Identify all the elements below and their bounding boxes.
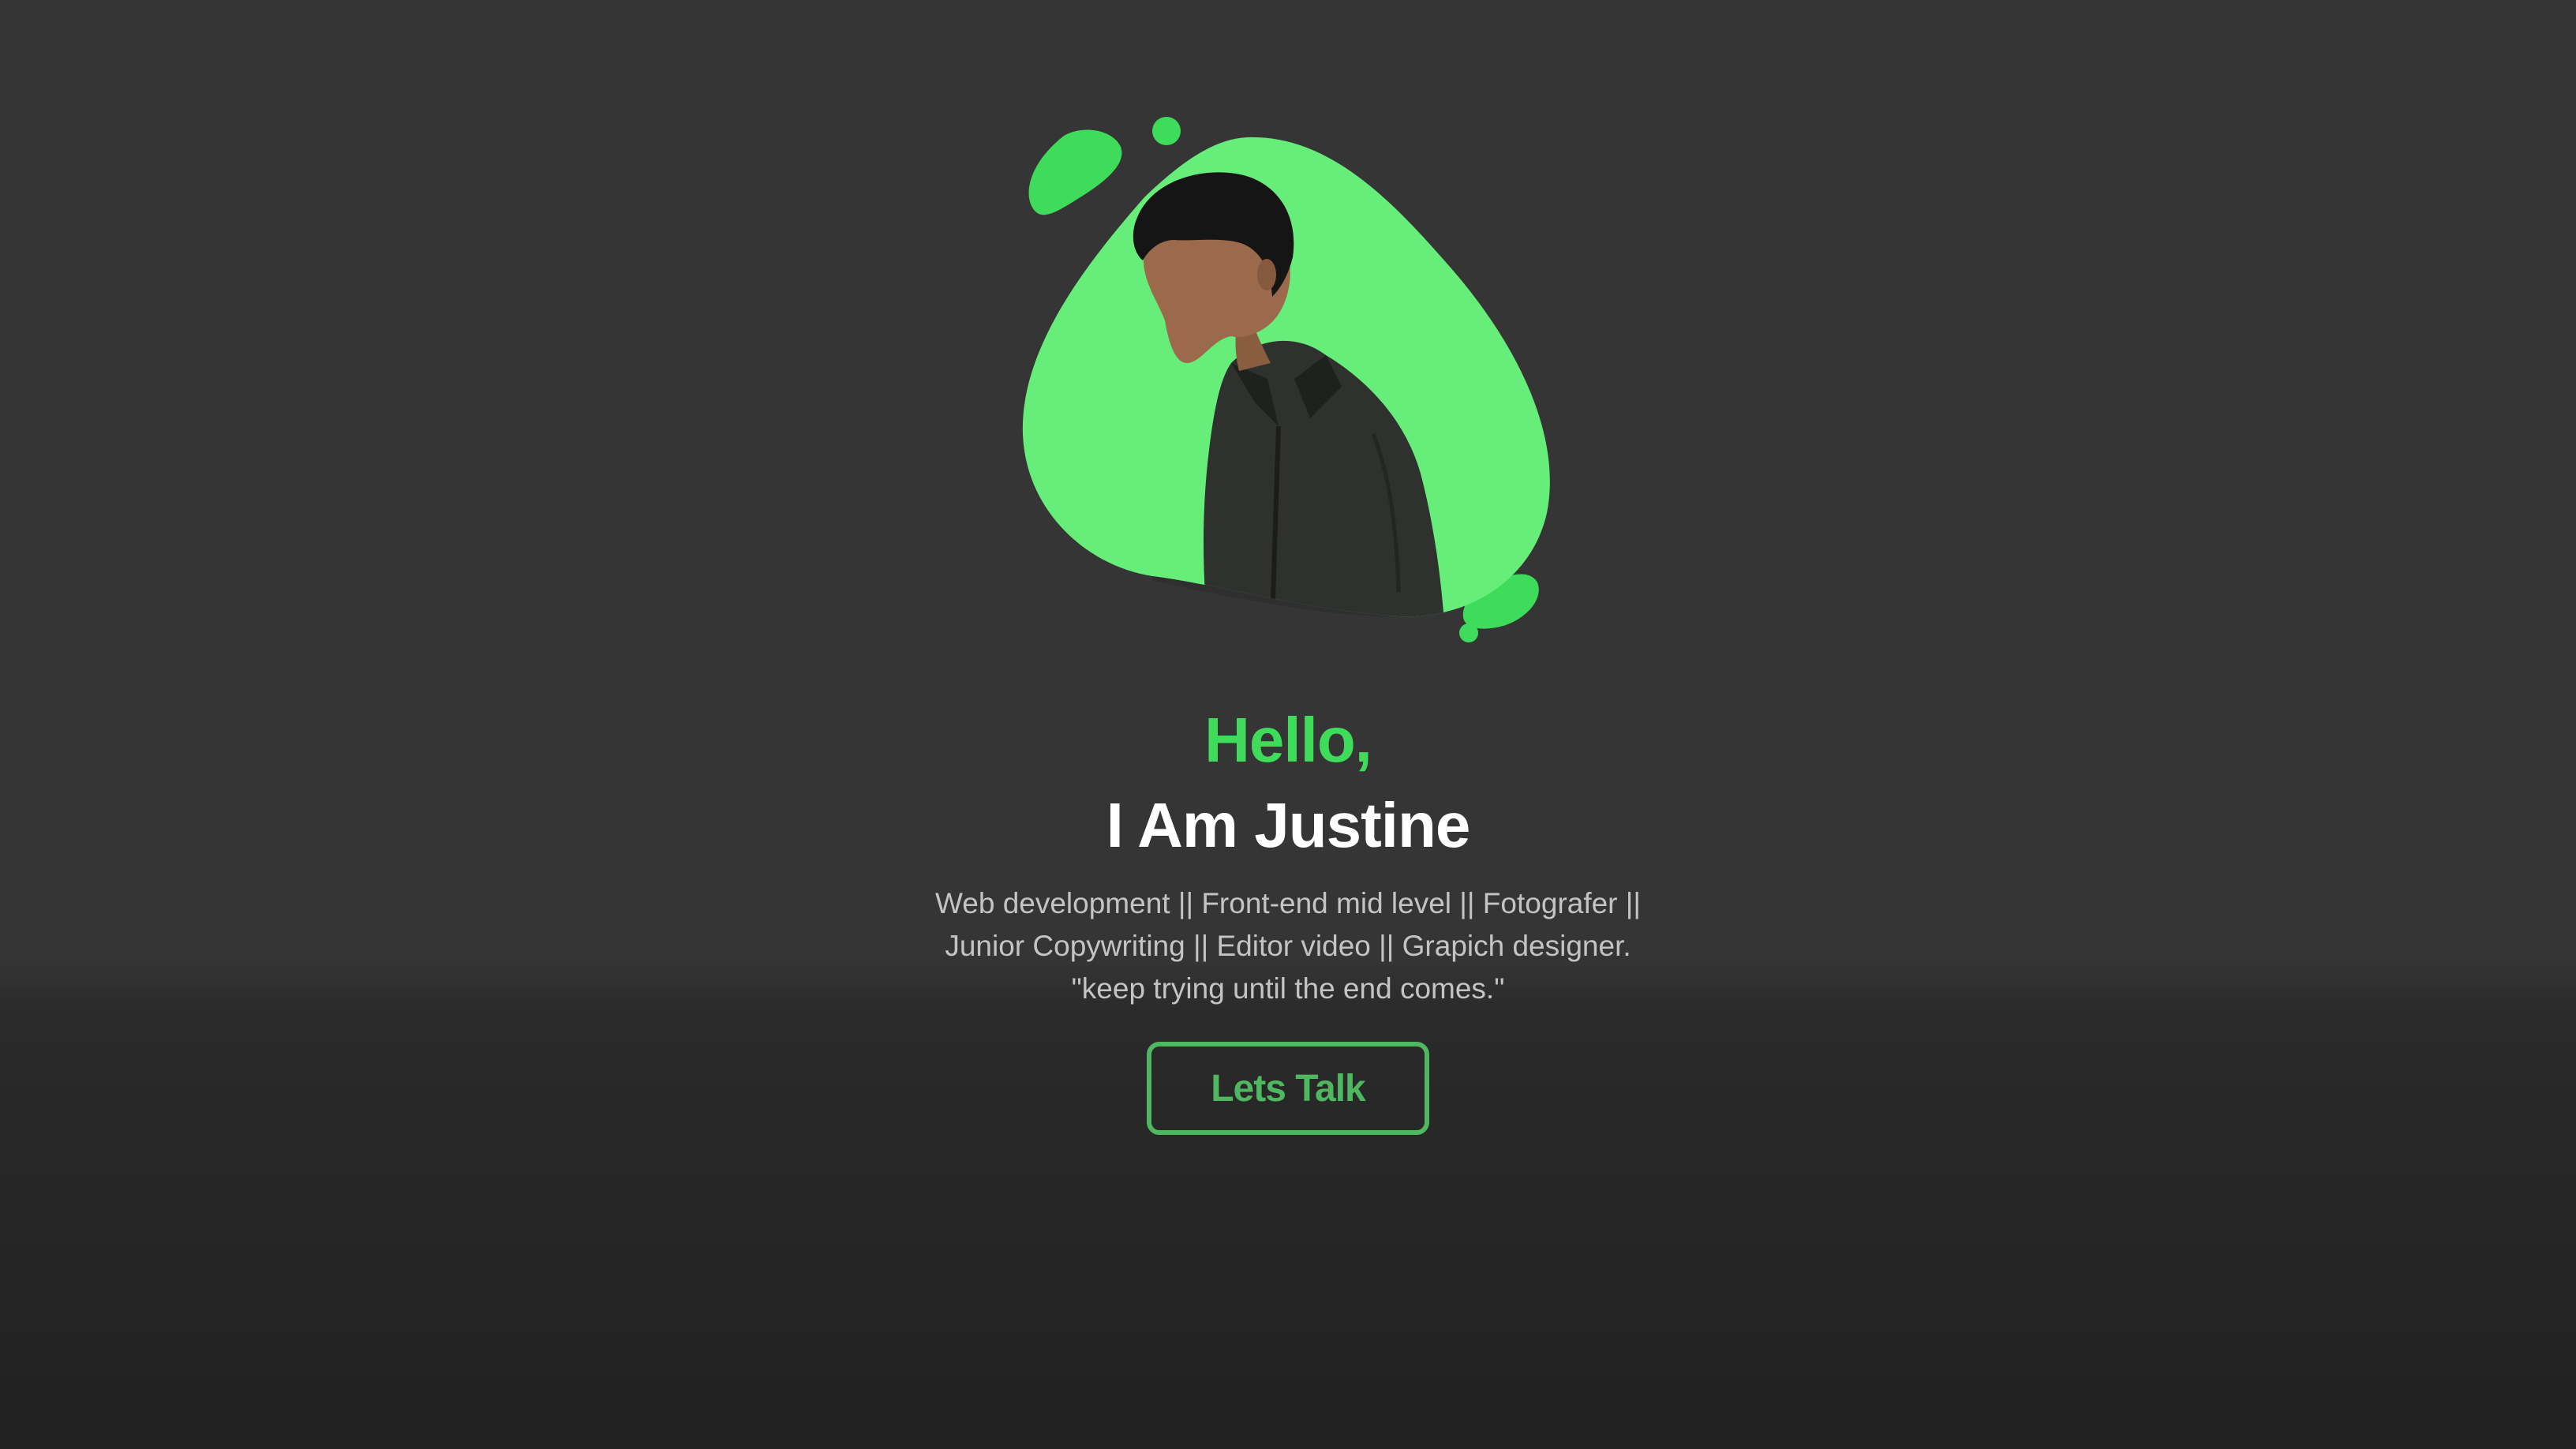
accent-dot-top	[1152, 117, 1181, 145]
greeting-heading: Hello,	[0, 701, 2576, 780]
profile-blob-graphic	[1022, 117, 1550, 642]
bio-roles-line-2: Junior Copywriting || Editor video || Gr…	[945, 930, 1631, 962]
accent-blob-top-left	[1028, 129, 1122, 215]
profile-illustration	[994, 103, 1578, 655]
greeting-text: Hello,	[1204, 705, 1372, 775]
accent-dot-bottom	[1459, 623, 1478, 642]
hero-section: Hello, I Am Justine Web development || F…	[0, 0, 2576, 1449]
lets-talk-button[interactable]: Lets Talk	[1147, 1042, 1429, 1135]
bio-motto: "keep trying until the end comes."	[1071, 972, 1505, 1005]
bio-description: Web development || Front-end mid level |…	[854, 882, 1722, 1010]
name-heading: I Am Justine	[1106, 790, 1471, 860]
bio-roles-line-1: Web development || Front-end mid level |…	[935, 887, 1641, 919]
